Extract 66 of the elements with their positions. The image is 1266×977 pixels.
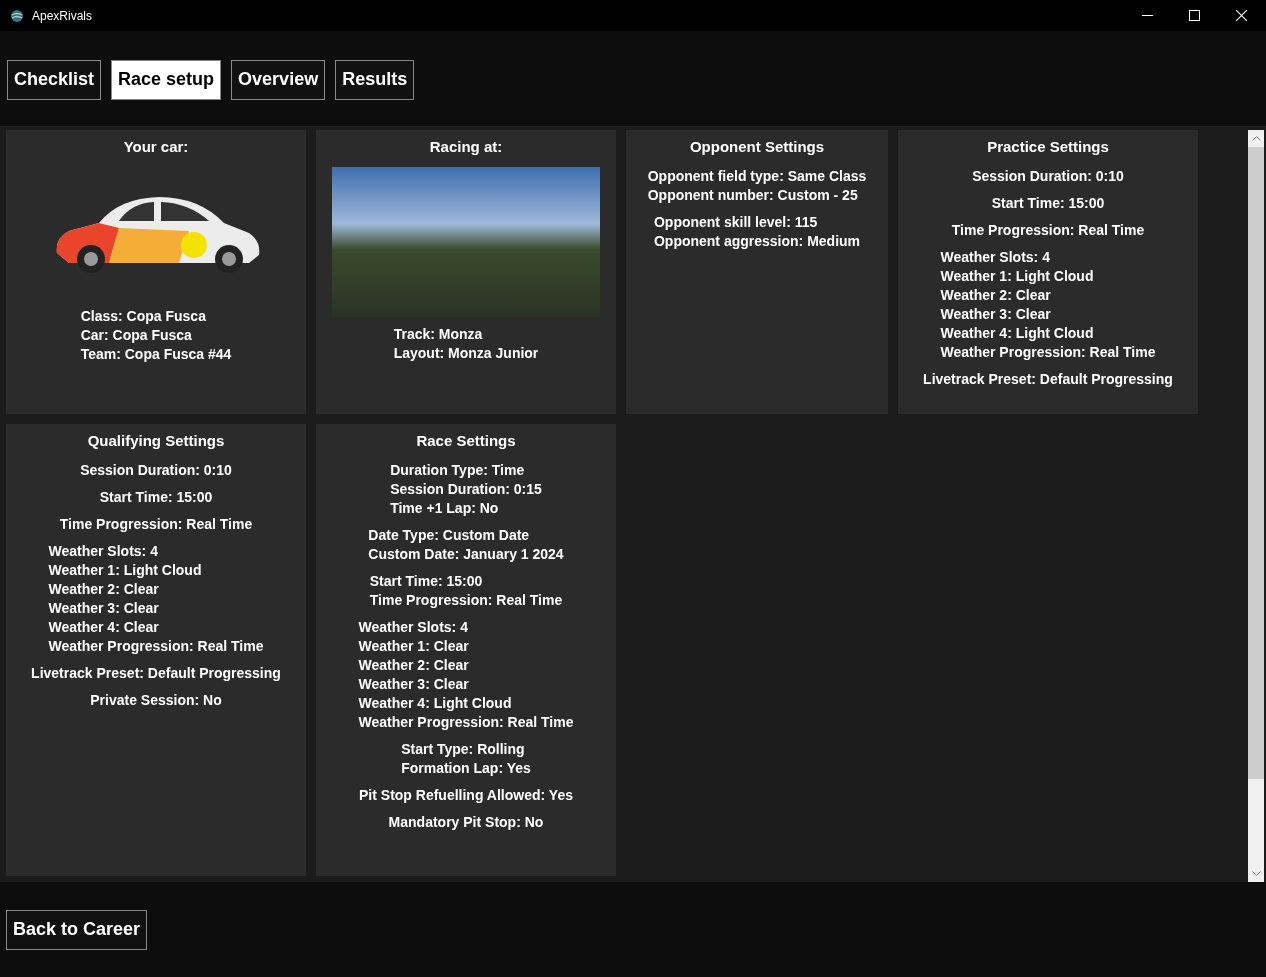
- card-title: Race Settings: [416, 431, 516, 451]
- tab[interactable]: Results: [335, 59, 415, 100]
- setting-text: Layout: Monza Junior: [393, 344, 539, 363]
- setting-text: Weather 1: Light Cloud: [48, 561, 202, 580]
- tab[interactable]: Overview: [231, 59, 326, 100]
- setting-text: Private Session: No: [90, 691, 222, 710]
- setting-text: Mandatory Pit Stop: No: [388, 813, 544, 832]
- setting-text: Track: Monza: [393, 325, 483, 344]
- setting-text: Opponent field type: Same Class: [647, 167, 867, 186]
- setting-text: Time Progression: Real Time: [59, 515, 253, 534]
- setting-text: Weather 2: Clear: [48, 580, 159, 599]
- setting-text: Weather 3: Clear: [940, 305, 1051, 324]
- setting-text: Start Type: Rolling: [401, 740, 525, 759]
- setting-text: Opponent skill level: 115: [653, 213, 818, 232]
- tab[interactable]: Race setup: [111, 59, 222, 100]
- setting-text: Weather 3: Clear: [48, 599, 159, 618]
- setting-text: Weather Progression: Real Time: [940, 343, 1156, 362]
- back-to-career-button[interactable]: Back to Career: [6, 909, 148, 950]
- setting-text: Weather 2: Clear: [940, 286, 1051, 305]
- setting-text: Weather Slots: 4: [358, 618, 468, 637]
- setting-text: Session Duration: 0:10: [80, 461, 232, 480]
- setting-text: Weather 4: Light Cloud: [940, 324, 1094, 343]
- setting-text: Livetrack Preset: Default Progressing: [923, 370, 1173, 389]
- setting-text: Date Type: Custom Date: [368, 526, 530, 545]
- setting-text: Pit Stop Refuelling Allowed: Yes: [359, 786, 573, 805]
- setting-text: Weather 3: Clear: [358, 675, 469, 694]
- setting-text: Weather Progression: Real Time: [48, 637, 264, 656]
- scroll-up-icon[interactable]: [1251, 136, 1261, 141]
- scrollbar[interactable]: [1248, 130, 1264, 882]
- setting-text: Start Time: 15:00: [99, 488, 213, 507]
- card-title: Your car:: [123, 137, 189, 157]
- setting-text: Time +1 Lap: No: [390, 499, 499, 518]
- setting-text: Time Progression: Real Time: [951, 221, 1145, 240]
- setting-text: Class: Copa Fusca: [80, 307, 206, 326]
- setting-text: Weather 1: Clear: [358, 637, 469, 656]
- setting-text: Formation Lap: Yes: [401, 759, 531, 778]
- setting-text: Weather Slots: 4: [940, 248, 1050, 267]
- setting-text: Weather Slots: 4: [48, 542, 158, 561]
- close-icon[interactable]: [1236, 10, 1247, 21]
- setting-text: Opponent aggression: Medium: [653, 232, 861, 251]
- setting-text: Start Time: 15:00: [991, 194, 1105, 213]
- setting-text: Weather 2: Clear: [358, 656, 469, 675]
- setting-text: Session Duration: 0:15: [390, 480, 542, 499]
- tab[interactable]: Checklist: [7, 59, 102, 100]
- setting-text: Team: Copa Fusca #44: [80, 345, 232, 364]
- setting-text: Duration Type: Time: [390, 461, 525, 480]
- maximize-icon[interactable]: [1189, 10, 1200, 21]
- setting-text: Weather 1: Light Cloud: [940, 267, 1094, 286]
- setting-text: Opponent number: Custom - 25: [647, 186, 858, 205]
- setting-text: Start Time: 15:00: [369, 572, 483, 591]
- setting-text: Weather 4: Light Cloud: [358, 694, 512, 713]
- scroll-down-icon[interactable]: [1251, 871, 1261, 876]
- card-title: Racing at:: [429, 137, 503, 157]
- setting-text: Weather 4: Clear: [48, 618, 159, 637]
- setting-text: Weather Progression: Real Time: [358, 713, 574, 732]
- globe-icon: [10, 8, 24, 23]
- card-title: Opponent Settings: [689, 137, 825, 157]
- setting-text: Custom Date: January 1 2024: [368, 545, 564, 564]
- setting-text: Livetrack Preset: Default Progressing: [31, 664, 281, 683]
- setting-text: Time Progression: Real Time: [369, 591, 563, 610]
- card-title: Practice Settings: [987, 137, 1109, 157]
- scrollbar-thumb[interactable]: [1248, 147, 1264, 779]
- window-title: ApexRivals: [32, 7, 93, 25]
- setting-text: Car: Copa Fusca: [80, 326, 192, 345]
- setting-text: Session Duration: 0:10: [972, 167, 1124, 186]
- card-title: Qualifying Settings: [87, 431, 225, 451]
